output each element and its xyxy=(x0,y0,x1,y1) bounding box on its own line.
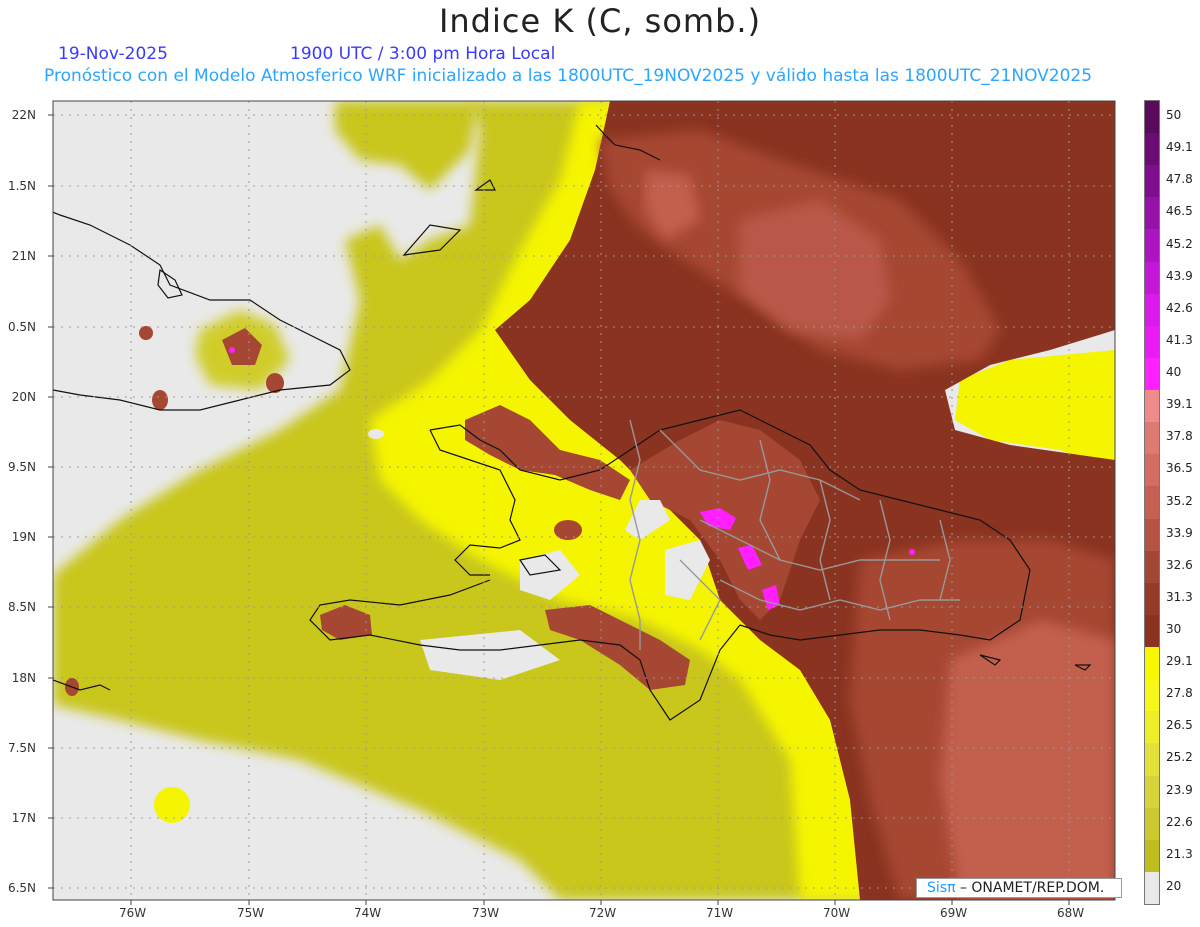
colorbar-cell xyxy=(1145,743,1159,776)
k-index-map xyxy=(48,100,1116,905)
lat-label: 1.5N xyxy=(7,179,36,193)
colorbar-cell xyxy=(1145,518,1159,552)
lon-label: 68W xyxy=(1057,906,1085,920)
credit-brand: Sisπ xyxy=(927,880,956,896)
colorbar-label: 43.9 xyxy=(1166,268,1193,283)
colorbar-label: 40 xyxy=(1166,365,1182,380)
lat-label: 0.5N xyxy=(7,320,36,334)
colorbar-cell xyxy=(1145,101,1159,134)
colorbar-label: 45.2 xyxy=(1166,236,1193,251)
lon-label: 73W xyxy=(472,906,500,920)
lon-label: 75W xyxy=(237,906,265,920)
colorbar-cell xyxy=(1145,325,1159,359)
convective-blob-cuba-4 xyxy=(139,326,153,340)
lat-label: 17N xyxy=(11,811,36,825)
colorbar-label: 29.1 xyxy=(1166,654,1193,669)
lon-label: 74W xyxy=(354,906,382,920)
colorbar-label: 25.2 xyxy=(1166,750,1193,765)
lat-label: 21N xyxy=(11,249,36,263)
colorbar xyxy=(1144,100,1160,905)
lon-label: 70W xyxy=(823,906,851,920)
colorbar-cell xyxy=(1145,197,1159,230)
colorbar-label: 31.3 xyxy=(1166,589,1193,604)
lat-label: 9.5N xyxy=(7,460,36,474)
colorbar-cell xyxy=(1145,614,1159,648)
colorbar-label: 21.3 xyxy=(1166,846,1193,861)
colorbar-cell xyxy=(1145,422,1159,455)
lat-label: 7.5N xyxy=(7,741,36,755)
colorbar-cell xyxy=(1145,582,1159,616)
colorbar-label: 36.5 xyxy=(1166,461,1193,476)
colorbar-label: 42.6 xyxy=(1166,300,1193,315)
lon-label: 71W xyxy=(706,906,734,920)
lat-label: 6.5N xyxy=(7,881,36,895)
colorbar-label: 37.8 xyxy=(1166,429,1193,444)
lat-label: 8.5N xyxy=(7,600,36,614)
colorbar-label: 27.8 xyxy=(1166,686,1193,701)
high-k-core-5 xyxy=(909,549,915,555)
lon-label: 76W xyxy=(119,906,147,920)
colorbar-label: 49.1 xyxy=(1166,140,1193,155)
colorbar-label: 50 xyxy=(1166,108,1182,123)
colorbar-label: 20 xyxy=(1166,878,1182,893)
colorbar-cell xyxy=(1145,807,1159,841)
colorbar-label: 22.6 xyxy=(1166,814,1193,829)
colorbar-label: 30 xyxy=(1166,621,1182,636)
lat-label: 19N xyxy=(11,530,36,544)
colorbar-cell xyxy=(1145,357,1159,391)
colorbar-cell xyxy=(1145,679,1159,712)
low-k-pocket-6 xyxy=(368,429,384,439)
colorbar-label: 39.1 xyxy=(1166,397,1193,412)
colorbar-cell xyxy=(1145,133,1159,166)
colorbar-cell xyxy=(1145,775,1159,809)
low-k-pocket-5 xyxy=(154,787,190,823)
convective-blob-cuba-3 xyxy=(152,390,168,410)
colorbar-cell xyxy=(1145,229,1159,263)
colorbar-cell xyxy=(1145,486,1159,520)
colorbar-cell xyxy=(1145,261,1159,295)
colorbar-label: 26.5 xyxy=(1166,718,1193,733)
k-field-brown-light-2 xyxy=(940,620,1115,900)
colorbar-label: 33.9 xyxy=(1166,525,1193,540)
lon-label: 69W xyxy=(940,906,968,920)
colorbar-cell xyxy=(1145,647,1159,680)
colorbar-label: 23.9 xyxy=(1166,782,1193,797)
colorbar-label: 35.2 xyxy=(1166,493,1193,508)
colorbar-cell xyxy=(1145,711,1159,744)
lat-label: 18N xyxy=(11,671,36,685)
credit-box: Sisπ – ONAMET/REP.DOM. xyxy=(916,878,1122,898)
colorbar-cell xyxy=(1145,390,1159,423)
lon-label: 72W xyxy=(589,906,617,920)
colorbar-label: 46.5 xyxy=(1166,204,1193,219)
high-k-core-4 xyxy=(229,347,235,353)
colorbar-cell xyxy=(1145,454,1159,487)
colorbar-label: 41.3 xyxy=(1166,332,1193,347)
colorbar-label: 47.8 xyxy=(1166,172,1193,187)
colorbar-cell xyxy=(1145,839,1159,873)
colorbar-cell xyxy=(1145,293,1159,327)
credit-org: – ONAMET/REP.DOM. xyxy=(955,880,1105,896)
lat-label: 20N xyxy=(11,390,36,404)
colorbar-cell xyxy=(1145,871,1159,905)
coast-jamaica-west xyxy=(53,644,54,645)
colorbar-cell xyxy=(1145,165,1159,198)
lat-label: 22N xyxy=(11,108,36,122)
colorbar-cell xyxy=(1145,550,1159,584)
colorbar-label: 32.6 xyxy=(1166,557,1193,572)
